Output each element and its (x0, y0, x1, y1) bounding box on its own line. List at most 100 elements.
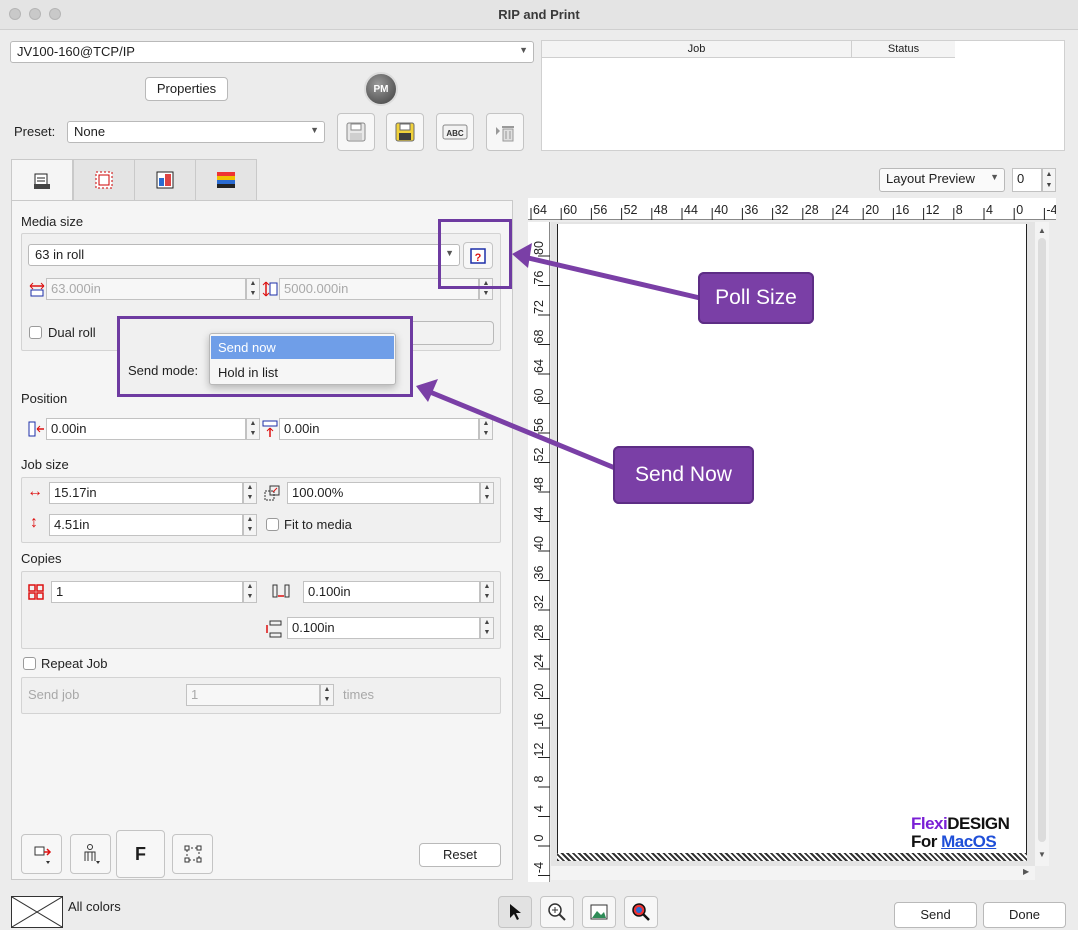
delete-preset-button[interactable] (486, 113, 524, 151)
left-ruler-tick-label: 16 (532, 713, 546, 727)
scroll-up-icon[interactable]: ▲ (1038, 226, 1046, 235)
copies-count-stepper[interactable]: ▲ ▼ (243, 581, 257, 603)
top-ruler-tick-label: 36 (744, 203, 758, 217)
position-heading: Position (21, 391, 68, 406)
repeat-job-checkbox[interactable] (23, 657, 36, 670)
printer-send-icon (34, 846, 51, 864)
fit-view-button[interactable] (582, 896, 616, 928)
tab-layout[interactable] (73, 159, 135, 201)
times-label: times (343, 687, 375, 702)
left-ruler-tick-label: 8 (532, 775, 546, 782)
fit-to-media-checkbox[interactable] (266, 518, 279, 531)
print-manager-icon[interactable]: PM (364, 72, 398, 106)
floppy-disk-icon (346, 122, 366, 142)
brand-macos: MacOS (941, 832, 997, 851)
job-list[interactable]: Job Status (541, 40, 1065, 151)
job-scale-input[interactable]: 100.00% (287, 482, 480, 504)
top-ruler-scale: 64 60 56 52 48 44 40 36 32 28 24 20 16 12 8 4 0 -4 (530, 203, 1058, 220)
properties-button[interactable]: Properties (145, 77, 228, 101)
top-ruler-tick-label: 4 (986, 203, 993, 217)
all-colors-swatch[interactable] (11, 896, 63, 928)
media-length-icon (262, 281, 278, 297)
svg-text:ABC: ABC (446, 129, 464, 138)
window-title: RIP and Print (498, 7, 580, 22)
preset-select[interactable]: None ▼ (67, 121, 325, 143)
chevron-down-icon: ▼ (310, 125, 319, 135)
media-width-stepper[interactable]: ▲ ▼ (246, 278, 260, 300)
zoom-in-icon (548, 903, 566, 921)
left-ruler-tick-label: 4 (532, 805, 546, 812)
brand-flexi: Flexi (911, 814, 948, 833)
copies-count-input[interactable]: 1 (51, 581, 243, 603)
horizontal-gap-input[interactable]: 0.100in (303, 581, 480, 603)
job-height-input[interactable]: 4.51in (49, 514, 243, 536)
preset-value: None (74, 124, 106, 139)
media-size-select[interactable]: 63 in roll ▼ (28, 244, 460, 266)
scroll-down-icon[interactable]: ▼ (1038, 850, 1046, 859)
vertical-scrollbar[interactable]: ▲ ▼ (1035, 222, 1049, 866)
position-x-input[interactable]: 0.00in (46, 418, 246, 440)
position-x-stepper[interactable]: ▲ ▼ (246, 418, 260, 440)
media-width-input[interactable]: 63.000in (46, 278, 246, 300)
brand-for: For (911, 832, 942, 851)
job-width-input[interactable]: 15.17in (49, 482, 243, 504)
send-mode-highlight (117, 316, 413, 397)
top-ruler-tick-label: 12 (926, 203, 940, 217)
save-preset-button[interactable] (337, 113, 375, 151)
position-y-stepper[interactable]: ▲ ▼ (479, 418, 493, 440)
preview-page-stepper[interactable]: ▲ ▼ (1042, 168, 1056, 192)
bounding-box-button[interactable] (172, 834, 213, 874)
top-ruler-tick-label: 48 (654, 203, 668, 217)
top-ruler-tick-label: 16 (895, 203, 909, 217)
chevron-down-icon: ▼ (519, 45, 528, 55)
tab-output[interactable] (195, 159, 257, 201)
copies-heading: Copies (21, 551, 62, 566)
vertical-scroll-thumb[interactable] (1038, 238, 1046, 842)
pm-label: PM (373, 83, 389, 95)
job-height-icon: ↕ (30, 514, 38, 531)
send-now-callout: Send Now (613, 446, 754, 504)
vertical-gap-stepper[interactable]: ▲ ▼ (480, 617, 494, 639)
media-size-heading: Media size (21, 214, 84, 229)
horizontal-gap-stepper[interactable]: ▲ ▼ (480, 581, 494, 603)
tab-color[interactable] (134, 159, 196, 201)
zoom-fit-button[interactable] (624, 896, 658, 928)
rename-preset-button[interactable]: ABC (436, 113, 474, 151)
send-button[interactable]: Send (894, 902, 977, 928)
preview-page-input[interactable]: 0 (1012, 168, 1042, 192)
select-tool-button[interactable] (498, 896, 532, 928)
printer-select[interactable]: JV100-160@TCP/IP ▼ (10, 41, 534, 63)
left-ruler-tick-label: 40 (532, 536, 546, 550)
left-ruler-tick-label: 32 (532, 595, 546, 609)
orientation-menu-button[interactable] (70, 834, 111, 874)
job-column-header[interactable]: Job (542, 41, 852, 58)
left-ruler-tick-label: 68 (532, 330, 546, 344)
position-y-input[interactable]: 0.00in (279, 418, 479, 440)
vertical-gap-input[interactable]: 0.100in (287, 617, 480, 639)
fit-to-media-label: Fit to media (284, 517, 352, 532)
left-ruler: 80 76 72 68 64 60 56 52 48 44 40 36 32 28 24 20 16 12 8 4 0-… (528, 222, 550, 882)
save-as-preset-button[interactable] (386, 113, 424, 151)
dual-roll-checkbox[interactable] (29, 326, 42, 339)
job-width-stepper[interactable]: ▲ ▼ (243, 482, 257, 504)
preview-mode-select[interactable]: Layout Preview ▼ (879, 168, 1005, 192)
zoom-in-button[interactable] (540, 896, 574, 928)
top-ruler-tick-label: 28 (805, 203, 819, 217)
job-scale-stepper[interactable]: ▲ ▼ (480, 482, 494, 504)
horizontal-scrollbar[interactable]: ▶ (551, 866, 1035, 880)
tab-general[interactable] (11, 159, 73, 202)
job-action-menu-button[interactable] (21, 834, 62, 874)
reset-button[interactable]: Reset (419, 843, 501, 867)
scroll-right-icon[interactable]: ▶ (1023, 867, 1029, 876)
font-preview-button[interactable]: F (116, 830, 165, 878)
done-button[interactable]: Done (983, 902, 1066, 928)
poll-size-callout: Poll Size (698, 272, 814, 324)
job-height-stepper[interactable]: ▲ ▼ (243, 514, 257, 536)
arrow-pointer-icon (510, 904, 521, 920)
send-job-label: Send job (28, 687, 80, 702)
send-job-count-input[interactable]: 1 (186, 684, 320, 706)
send-job-count-stepper[interactable]: ▲ ▼ (320, 684, 334, 706)
job-width-icon: ↔ (27, 483, 43, 500)
top-ruler-tick-label: 0 (1016, 203, 1023, 217)
status-column-header[interactable]: Status (852, 41, 955, 58)
